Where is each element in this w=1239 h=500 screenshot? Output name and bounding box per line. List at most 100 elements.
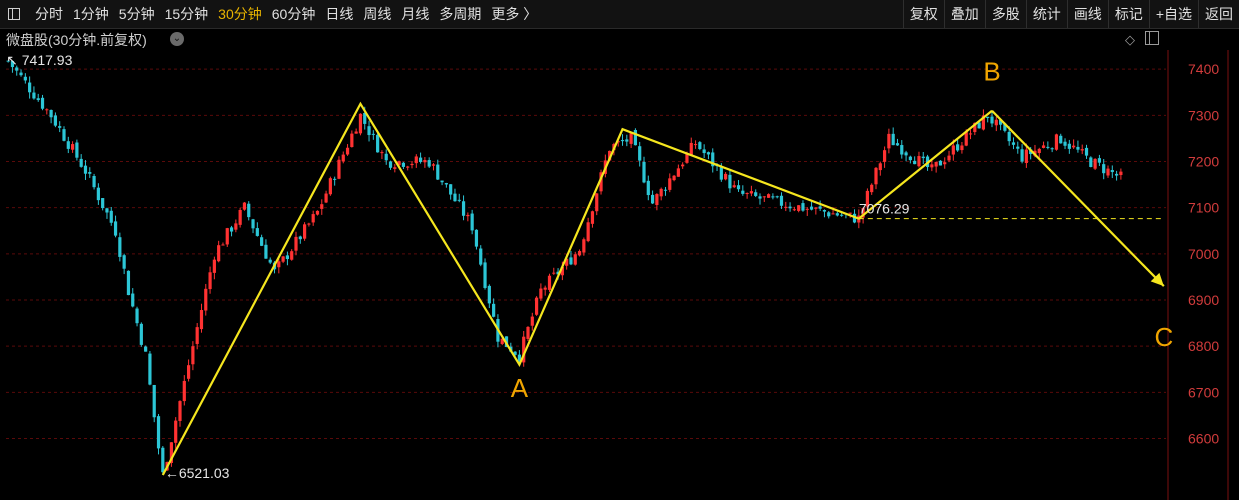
candle-body bbox=[487, 285, 491, 304]
candle-body bbox=[1106, 168, 1110, 176]
candle-body bbox=[474, 229, 479, 247]
candle-body bbox=[479, 248, 483, 265]
candle-body bbox=[320, 204, 324, 209]
candle-body bbox=[251, 219, 255, 229]
candle-body bbox=[255, 228, 259, 236]
candle-body bbox=[633, 129, 638, 146]
candle-body bbox=[788, 206, 792, 209]
candle-body bbox=[418, 157, 423, 162]
candle-body bbox=[144, 346, 148, 352]
candle-body bbox=[234, 223, 238, 230]
candle-body bbox=[741, 190, 745, 194]
candle-body bbox=[650, 194, 655, 204]
candle-body bbox=[681, 164, 685, 167]
candle-body bbox=[88, 172, 92, 174]
candle-body bbox=[1110, 170, 1114, 173]
candle-body bbox=[174, 420, 178, 443]
candle-body bbox=[1119, 171, 1123, 176]
candle-body bbox=[66, 141, 70, 149]
candle-body bbox=[874, 167, 878, 185]
candle-body bbox=[552, 272, 556, 274]
candle-body bbox=[1076, 146, 1080, 150]
candle-body bbox=[887, 133, 891, 149]
candle-body bbox=[573, 254, 577, 265]
candle-body bbox=[444, 183, 448, 185]
candle-body bbox=[749, 191, 754, 194]
candle-body bbox=[406, 166, 410, 168]
candle-body bbox=[410, 163, 414, 166]
candle-body bbox=[36, 98, 40, 101]
candle-body bbox=[625, 139, 629, 142]
candle-body bbox=[358, 113, 363, 134]
candle-body bbox=[668, 178, 672, 190]
candle-body bbox=[401, 162, 406, 167]
candle-body bbox=[388, 161, 393, 168]
candle-body bbox=[736, 185, 741, 190]
candle-body bbox=[62, 129, 66, 141]
candle-body bbox=[698, 142, 702, 150]
candle-body bbox=[281, 256, 285, 262]
candle-body bbox=[805, 208, 809, 210]
candle-body bbox=[818, 206, 822, 209]
candle-body bbox=[689, 142, 693, 155]
candle-body bbox=[620, 140, 625, 142]
price-marker-high: ↖ 7417.93 bbox=[6, 52, 72, 68]
candle-body bbox=[101, 198, 105, 209]
candle-body bbox=[702, 149, 706, 154]
candle-body bbox=[663, 189, 668, 191]
candle-body bbox=[414, 156, 418, 164]
candle-body bbox=[113, 221, 118, 236]
candle-body bbox=[1016, 146, 1020, 149]
candle-body bbox=[779, 195, 784, 206]
candle-body bbox=[539, 288, 543, 299]
candle-body bbox=[882, 150, 887, 162]
candle-body bbox=[827, 212, 831, 217]
candle-body bbox=[40, 97, 45, 109]
candle-body bbox=[345, 147, 350, 155]
candle-body bbox=[762, 196, 766, 198]
candle-body bbox=[990, 116, 994, 124]
candle-body bbox=[900, 145, 904, 155]
candle-body bbox=[822, 209, 827, 212]
candle-body bbox=[706, 152, 711, 155]
candle-body bbox=[719, 166, 723, 180]
candle-body bbox=[994, 119, 998, 126]
candle-body bbox=[947, 155, 951, 161]
candle-body bbox=[943, 162, 947, 165]
candle-body bbox=[264, 244, 268, 259]
candle-body bbox=[754, 192, 758, 196]
candle-body bbox=[440, 180, 444, 183]
candle-body bbox=[1037, 148, 1041, 153]
candle-body bbox=[199, 310, 204, 330]
candle-body bbox=[878, 163, 882, 171]
candle-body bbox=[350, 133, 354, 148]
candle-body bbox=[960, 145, 964, 151]
candle-body bbox=[732, 185, 736, 188]
candle-body bbox=[590, 211, 595, 224]
candle-body bbox=[204, 288, 208, 311]
candle-body bbox=[775, 196, 779, 198]
candle-body bbox=[109, 210, 113, 223]
candle-body bbox=[835, 213, 839, 216]
wave-label: A bbox=[511, 373, 529, 403]
candle-body bbox=[152, 384, 156, 418]
candle-body bbox=[870, 184, 874, 193]
candle-body bbox=[784, 206, 788, 208]
candle-body bbox=[934, 161, 938, 167]
candle-body bbox=[891, 133, 895, 146]
candle-body bbox=[676, 168, 680, 177]
candle-body bbox=[1050, 148, 1054, 150]
candle-body bbox=[298, 236, 302, 240]
y-tick-label: 7100 bbox=[1188, 200, 1219, 216]
candle-body bbox=[1072, 145, 1076, 148]
y-tick-label: 6600 bbox=[1188, 431, 1219, 447]
candle-body bbox=[1114, 173, 1119, 176]
candle-body bbox=[126, 270, 131, 296]
candle-body bbox=[968, 133, 973, 135]
candle-body bbox=[311, 214, 315, 223]
candle-body bbox=[122, 255, 126, 269]
candle-body bbox=[45, 109, 49, 111]
candle-body bbox=[848, 212, 852, 214]
candle-body bbox=[195, 327, 199, 344]
candle-body bbox=[75, 142, 79, 158]
